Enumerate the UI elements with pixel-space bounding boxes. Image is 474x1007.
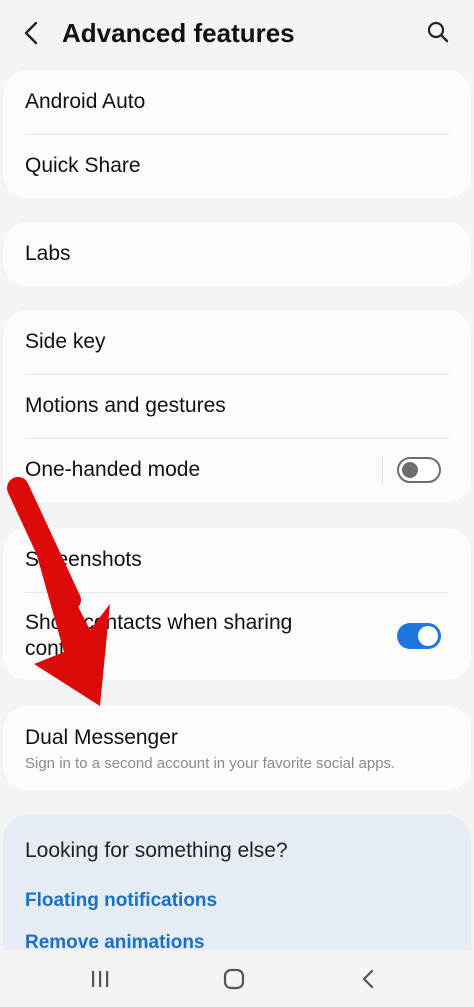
settings-group-controls: Side key Motions and gestures One-handed… — [3, 310, 471, 502]
list-item-label: Side key — [25, 330, 106, 353]
list-item-quick-share[interactable]: Quick Share — [3, 134, 471, 198]
settings-group-dual-messenger: Dual Messenger Sign in to a second accou… — [3, 706, 471, 790]
back-icon — [362, 969, 374, 989]
list-item-label: Screenshots — [25, 548, 142, 571]
back-button[interactable] — [14, 16, 50, 50]
list-item-show-contacts[interactable]: Show contacts when sharing content — [3, 592, 471, 680]
list-item-label: Quick Share — [25, 154, 141, 177]
toggle-knob — [418, 626, 438, 646]
list-item-motions-gestures[interactable]: Motions and gestures — [3, 374, 471, 438]
list-item-side-key[interactable]: Side key — [3, 310, 471, 374]
list-item-label: Android Auto — [25, 90, 146, 113]
home-button[interactable] — [214, 964, 254, 994]
link-floating-notifications[interactable]: Floating notifications — [25, 889, 449, 913]
chevron-left-icon — [24, 21, 38, 45]
list-item-label: Labs — [25, 242, 71, 265]
list-item-screenshots[interactable]: Screenshots — [3, 528, 471, 592]
nav-back-button[interactable] — [348, 964, 388, 994]
home-icon — [223, 968, 245, 990]
list-item-text: Dual Messenger Sign in to a second accou… — [25, 725, 395, 772]
list-item-labs[interactable]: Labs — [3, 222, 471, 286]
one-handed-mode-toggle[interactable] — [397, 457, 441, 483]
list-item-label: Motions and gestures — [25, 394, 226, 417]
list-item-subtitle: Sign in to a second account in your favo… — [25, 754, 396, 772]
toggle-knob — [402, 462, 418, 478]
list-item-dual-messenger[interactable]: Dual Messenger Sign in to a second accou… — [3, 706, 471, 790]
page-title: Advanced features — [62, 18, 295, 48]
navigation-bar — [0, 950, 474, 1007]
list-item-label: Show contacts when sharing content — [25, 611, 293, 660]
list-item-android-auto[interactable]: Android Auto — [3, 70, 471, 134]
suggestions-card: Looking for something else? Floating not… — [3, 815, 471, 955]
show-contacts-toggle[interactable] — [397, 623, 441, 649]
settings-group-connections: Android Auto Quick Share — [3, 70, 471, 198]
suggestions-title: Looking for something else? — [25, 839, 288, 862]
recents-button[interactable] — [80, 964, 120, 994]
settings-group-screenshots: Screenshots Show contacts when sharing c… — [3, 528, 471, 680]
divider — [382, 456, 383, 484]
top-app-bar: Advanced features — [0, 0, 474, 66]
search-icon — [427, 21, 449, 43]
list-item-label: One-handed mode — [25, 458, 201, 481]
recents-icon — [92, 971, 109, 987]
list-item-one-handed-mode[interactable]: One-handed mode — [3, 438, 471, 502]
settings-group-labs: Labs — [3, 222, 471, 286]
search-button[interactable] — [420, 14, 456, 50]
list-item-label: Dual Messenger — [25, 725, 178, 749]
